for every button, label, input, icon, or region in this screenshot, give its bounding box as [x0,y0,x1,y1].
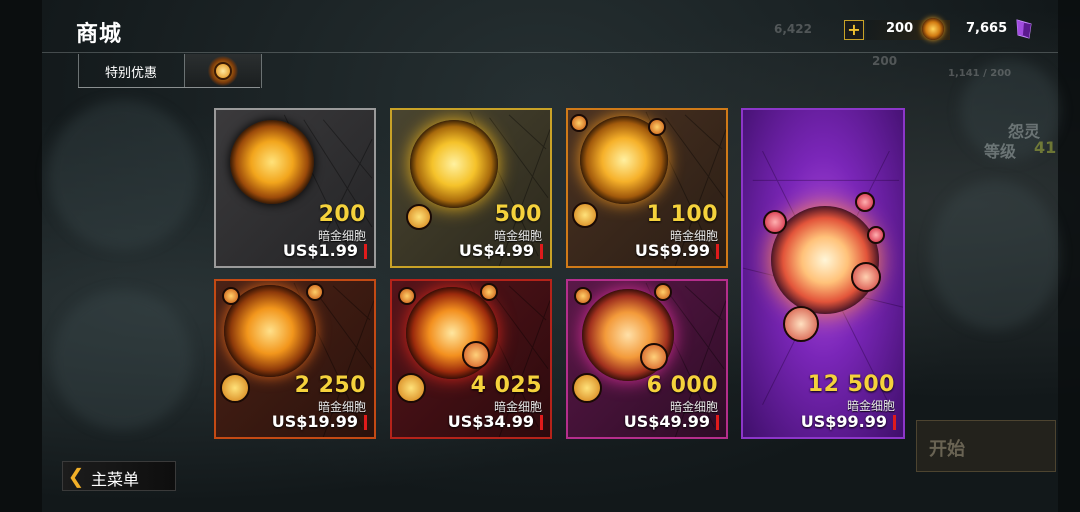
background-currency-ghost: 200 [872,54,898,68]
start-button-label: 开始 [929,439,965,460]
offer-price: US$9.99 [634,241,710,260]
background-shape [52,290,192,430]
offer-card-featured[interactable]: 12 500 暗金细胞 US$99.99 [741,108,905,439]
offer-price: US$1.99 [282,241,358,260]
level-label: 等级 [984,142,1017,161]
price-marker [540,415,543,430]
small-cell-orb [640,343,668,371]
gold-cell-value: 200 [886,21,914,36]
chevron-left-icon: ❮ [67,464,85,488]
offer-card[interactable]: 500 暗金细胞 US$4.99 [390,108,552,268]
gem-value: 7,665 [966,21,1008,36]
purple-gem-icon [1016,19,1032,39]
tab-dark-gold-cells[interactable] [184,54,262,88]
offer-card[interactable]: 1 100 暗金细胞 US$9.99 [566,108,728,268]
price-marker [716,415,719,430]
offer-amount: 12 500 [807,372,895,397]
small-cell-orb [396,373,426,403]
tab-special-offers[interactable]: 特别优惠 [78,54,183,88]
offer-amount: 6 000 [646,373,718,398]
tab-special-offers-label: 特别优惠 [104,65,157,81]
background-currency-ghost: 6,422 [774,22,812,36]
dark-gold-cell-orb [230,120,314,204]
small-cell-orb [462,341,490,369]
small-cell-orb [783,306,819,342]
offer-price: US$19.99 [271,412,358,431]
background-currency-ghost: 1,141 / 200 [948,68,1012,79]
price-marker [364,244,367,259]
offer-card[interactable]: 6 000 暗金细胞 US$49.99 [566,279,728,439]
dark-gold-cell-icon [208,56,238,86]
tab-underline [78,87,260,88]
small-cell-orb [406,204,432,230]
price-marker [893,415,896,430]
offer-card[interactable]: 200 暗金细胞 US$1.99 [214,108,376,268]
small-cell-orb [572,202,598,228]
small-cell-orb [398,287,416,305]
right-edge-bar [1058,0,1080,512]
offer-card[interactable]: 2 250 暗金细胞 US$19.99 [214,279,376,439]
main-menu-button[interactable]: ❮ 主菜单 [62,461,176,491]
small-cell-orb [763,210,787,234]
offer-price: US$99.99 [800,412,887,431]
dark-gold-cell-icon [922,18,944,40]
small-cell-orb [480,283,498,301]
small-cell-orb [851,262,881,292]
start-button[interactable]: 开始 [916,420,1056,472]
page-title: 商城 [76,22,123,47]
small-cell-orb [855,192,875,212]
small-cell-orb [220,373,250,403]
price-marker [716,244,719,259]
background-shape [48,100,198,250]
dark-gold-cell-orb [771,206,879,314]
offer-amount: 500 [494,202,542,227]
offer-price: US$4.99 [458,241,534,260]
small-cell-orb [867,226,885,244]
small-cell-orb [570,114,588,132]
small-cell-orb [306,283,324,301]
small-cell-orb [222,287,240,305]
offer-price: US$34.99 [447,412,534,431]
main-menu-label: 主菜单 [91,470,140,489]
offer-amount: 2 250 [294,373,366,398]
small-cell-orb [574,287,592,305]
offer-amount: 1 100 [646,202,718,227]
tab-bar: 特别优惠 [78,54,262,88]
dark-gold-cell-orb [410,120,498,208]
offer-card[interactable]: 4 025 暗金细胞 US$34.99 [390,279,552,439]
small-cell-orb [648,118,666,136]
small-cell-orb [654,283,672,301]
offer-amount: 200 [318,202,366,227]
offer-price: US$49.99 [623,412,710,431]
level-value: 41 [1034,138,1057,157]
header-divider [42,52,1058,53]
small-cell-orb [572,373,602,403]
price-marker [364,415,367,430]
offer-amount: 4 025 [470,373,542,398]
add-currency-button[interactable]: + [844,20,864,40]
left-edge-bar [0,0,42,512]
background-shape [930,180,1060,330]
price-marker [540,244,543,259]
